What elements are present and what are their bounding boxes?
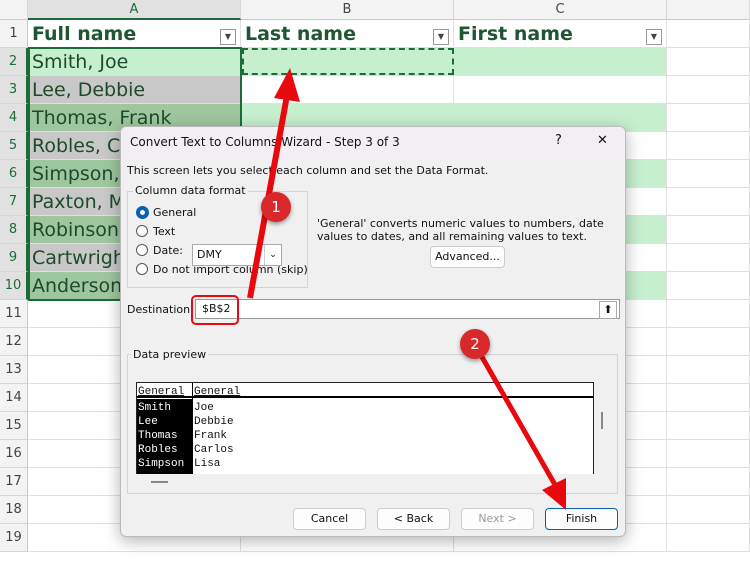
arrow-2 xyxy=(475,348,561,492)
step-1-badge: 1 xyxy=(261,192,291,222)
arrow-1-head xyxy=(274,68,300,102)
step-2-badge: 2 xyxy=(460,329,490,359)
annotation-arrows xyxy=(247,68,566,510)
